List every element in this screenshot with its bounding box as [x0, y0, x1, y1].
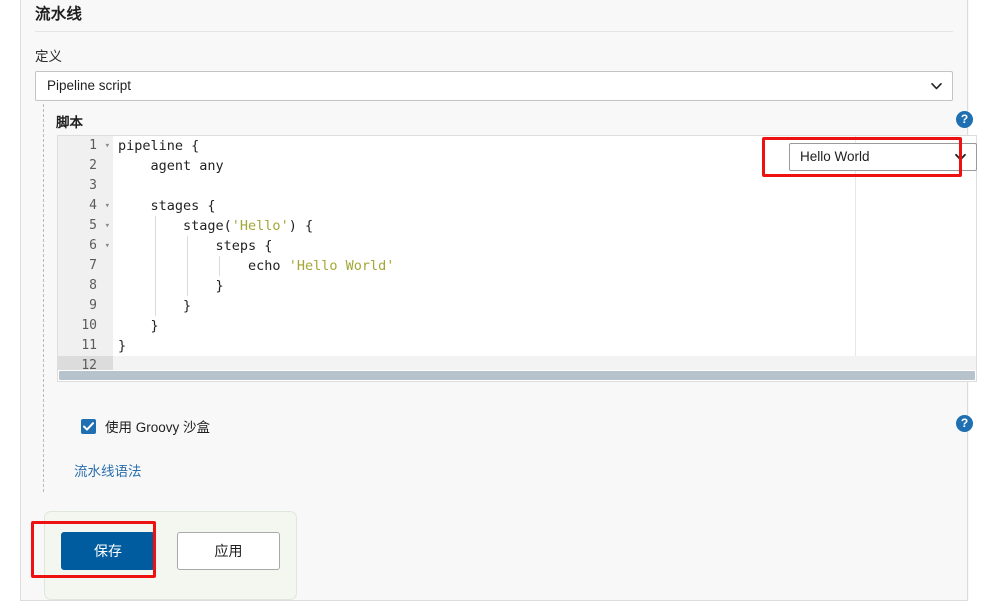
definition-select[interactable]: Pipeline script	[35, 71, 953, 101]
pipeline-config-page: 流水线 定义 Pipeline script 脚本 ? 1 ▾ 2 3 4 ▾ 5 ▾ 6 ▾ 7 8…	[0, 0, 1005, 616]
chevron-down-icon	[955, 152, 966, 163]
help-circle-icon-sandbox[interactable]: ?	[956, 415, 973, 432]
indent-guide	[155, 276, 156, 296]
pipeline-syntax-link[interactable]: 流水线语法	[74, 460, 142, 480]
apply-button[interactable]: 应用	[177, 532, 280, 570]
editor-line-number: 3	[89, 178, 97, 193]
indent-guide	[155, 236, 156, 256]
editor-code-line[interactable]: steps {	[113, 236, 976, 256]
page-left-margin	[0, 0, 20, 616]
editor-hscrollbar-thumb[interactable]	[59, 371, 975, 380]
editor-line-number: 1 ▾	[58, 136, 113, 156]
page-bottom-margin	[0, 601, 1005, 616]
editor-line-number: 7	[89, 258, 97, 273]
groovy-sandbox-row[interactable]: 使用 Groovy 沙盒	[81, 416, 210, 436]
form-button-bar: 保存 应用	[44, 511, 297, 600]
editor-hscrollbar-track[interactable]	[58, 370, 976, 381]
definition-label: 定义	[35, 49, 62, 64]
editor-code-area[interactable]: pipeline { agent any stages { stage('Hel…	[113, 136, 976, 381]
editor-code-line[interactable]	[113, 176, 976, 196]
editor-line-number: 8	[89, 278, 97, 293]
editor-code-line[interactable]: }	[113, 276, 976, 296]
code-fold-toggle-icon[interactable]: ▾	[100, 196, 110, 216]
code-fold-toggle-icon[interactable]: ▾	[100, 236, 110, 256]
sample-pipeline-select-value: Hello World	[800, 149, 870, 164]
editor-code-line[interactable]: }	[113, 336, 976, 356]
script-label: 脚本	[56, 115, 83, 130]
sample-pipeline-select[interactable]: Hello World	[789, 143, 977, 171]
code-string-literal: 'Hello World'	[288, 258, 395, 274]
code-fold-toggle-icon[interactable]: ▾	[100, 136, 110, 156]
save-button[interactable]: 保存	[61, 532, 155, 570]
editor-line-number: 9	[89, 298, 97, 313]
editor-code-line[interactable]: }	[113, 316, 976, 336]
editor-line-number: 5 ▾	[58, 216, 113, 236]
pipeline-section-panel: 流水线 定义 Pipeline script 脚本 ? 1 ▾ 2 3 4 ▾ 5 ▾ 6 ▾ 7 8…	[20, 0, 977, 601]
editor-code-line[interactable]: }	[113, 296, 976, 316]
indent-guide	[187, 236, 188, 256]
indent-guide	[219, 256, 220, 276]
editor-line-number: 2	[89, 158, 97, 173]
indent-guide	[155, 256, 156, 276]
indent-guide	[187, 276, 188, 296]
page-title: 流水线	[35, 6, 83, 23]
editor-line-number: 11	[81, 338, 97, 353]
editor-gutter: 1 ▾ 2 3 4 ▾ 5 ▾ 6 ▾ 7 8 9 10 11 12	[58, 136, 113, 381]
groovy-sandbox-checkbox[interactable]	[81, 418, 96, 434]
indent-guide	[155, 216, 156, 236]
indent-guide	[187, 256, 188, 276]
groovy-sandbox-label: 使用 Groovy 沙盒	[105, 420, 211, 435]
editor-code-line[interactable]: stage('Hello') {	[113, 216, 976, 236]
help-circle-icon-script[interactable]: ?	[956, 111, 973, 128]
editor-code-line[interactable]: echo 'Hello World'	[113, 256, 976, 276]
code-string-literal: 'Hello'	[231, 218, 289, 234]
indent-guide	[155, 296, 156, 316]
editor-line-number: 6 ▾	[58, 236, 113, 256]
chevron-down-icon	[931, 81, 942, 92]
code-fold-toggle-icon[interactable]: ▾	[100, 216, 110, 236]
editor-code-line[interactable]: stages {	[113, 196, 976, 216]
definition-select-value: Pipeline script	[47, 78, 132, 93]
editor-line-number: 4 ▾	[58, 196, 113, 216]
groovy-code-editor[interactable]: 1 ▾ 2 3 4 ▾ 5 ▾ 6 ▾ 7 8 9 10 11 12 pipeline { agent any…	[57, 135, 977, 382]
editor-line-number: 10	[81, 318, 97, 333]
title-divider	[35, 31, 953, 32]
